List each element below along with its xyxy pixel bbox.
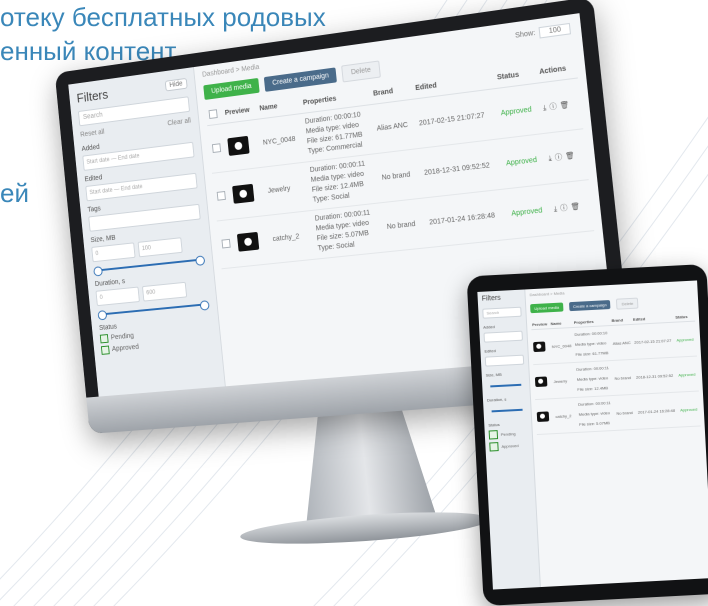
status-badge: Approved xyxy=(500,133,549,189)
download-icon[interactable]: ⤓ xyxy=(553,206,557,214)
media-name[interactable]: catchy_2 xyxy=(267,210,316,264)
status-badge: Approved xyxy=(505,184,554,240)
status-badge: Approved xyxy=(678,391,701,428)
download-icon[interactable]: ⤓ xyxy=(543,104,547,112)
select-all-checkbox[interactable] xyxy=(208,109,218,120)
filters-title: Filters xyxy=(76,86,109,106)
size-slider[interactable] xyxy=(93,255,206,277)
tablet-status-label: Status xyxy=(488,421,500,428)
tablet-edited-input[interactable] xyxy=(484,354,525,367)
media-name[interactable]: Jewelry xyxy=(262,162,312,216)
trash-icon[interactable]: 🗑 xyxy=(565,152,575,160)
video-thumbnail[interactable] xyxy=(536,411,550,423)
size-min-input[interactable]: 0 xyxy=(91,242,136,263)
reset-all-link[interactable]: Reset all xyxy=(80,129,105,139)
tablet-added-label: Added xyxy=(483,324,495,330)
info-icon[interactable]: ⓘ xyxy=(549,103,557,111)
table-row[interactable]: catchy_2 Duration: 00:00:11 Media type: v… xyxy=(535,391,701,435)
tablet-toolbar: Upload media Create a campaign Delete xyxy=(530,295,694,315)
media-name[interactable]: NYC_0048 xyxy=(257,113,307,168)
duration-slider[interactable] xyxy=(97,300,210,321)
create-campaign-button[interactable]: Create a campaign xyxy=(264,67,338,92)
hide-filters-button[interactable]: Hide xyxy=(164,77,188,92)
media-brand: No brand xyxy=(614,394,638,431)
media-brand: No brand xyxy=(376,148,424,203)
row-checkbox[interactable] xyxy=(216,190,226,201)
row-checkbox[interactable] xyxy=(211,142,222,153)
tablet-status-pending[interactable]: Pending xyxy=(488,429,528,440)
headline-line-3: ей xyxy=(0,178,29,208)
trash-icon[interactable]: 🗑 xyxy=(570,203,580,211)
tablet-main: Dashboard > Media Upload media Create a … xyxy=(525,280,708,587)
download-icon[interactable]: ⤓ xyxy=(548,155,552,163)
prop-file-size: File size: 5.07MB xyxy=(579,420,610,427)
media-brand: Alias ANC xyxy=(610,324,635,361)
delete-button[interactable]: Delete xyxy=(341,60,381,83)
tablet-duration-slider[interactable] xyxy=(491,408,523,413)
media-edited: 2018-12-31 09:52:52 xyxy=(634,357,679,395)
media-name[interactable]: Jewelry xyxy=(551,362,577,399)
tablet-status-approved[interactable]: Approved xyxy=(489,441,528,452)
tablet-size-slider[interactable] xyxy=(490,383,522,388)
tablet-added-input[interactable] xyxy=(483,330,523,343)
status-badge: Approved xyxy=(674,321,698,358)
tablet-media-table: Preview Name Properties Brand Edited Sta… xyxy=(530,311,701,435)
row-checkbox[interactable] xyxy=(221,238,231,249)
video-thumbnail[interactable] xyxy=(236,231,260,252)
clear-all-link[interactable]: Clear all xyxy=(167,118,191,128)
video-thumbnail[interactable] xyxy=(533,341,546,353)
video-thumbnail[interactable] xyxy=(232,183,255,204)
info-icon[interactable]: ⓘ xyxy=(560,205,568,213)
tablet-screen: Filters Search Added Edited Size, MB Dur… xyxy=(477,280,708,590)
duration-max-input[interactable]: 600 xyxy=(141,281,188,302)
tablet-duration-label: Duration, s xyxy=(486,396,507,403)
video-thumbnail[interactable] xyxy=(227,135,250,156)
media-name[interactable]: catchy_2 xyxy=(553,397,579,434)
media-name[interactable]: NYC_0048 xyxy=(549,327,575,364)
tablet-create-button[interactable]: Create a campaign xyxy=(568,300,611,312)
media-edited: 2018-12-31 09:52:52 xyxy=(418,138,506,198)
size-max-input[interactable]: 100 xyxy=(137,237,183,258)
prop-file-size: File size: 12.4MB xyxy=(577,385,609,392)
media-edited: 2017-02-15 21:07:27 xyxy=(632,322,677,360)
status-badge: Approved xyxy=(676,356,699,393)
upload-media-button[interactable]: Upload media xyxy=(203,77,260,100)
tablet-edited-label: Edited xyxy=(484,348,496,354)
tablet-upload-button[interactable]: Upload media xyxy=(530,302,564,314)
tablet-filters-title: Filters xyxy=(481,294,501,303)
tablet-size-label: Size, MB xyxy=(485,371,502,378)
prop-file-size: File size: 61.77MB xyxy=(575,350,609,357)
info-icon[interactable]: ⓘ xyxy=(554,154,562,162)
media-edited: 2017-01-24 16:28:48 xyxy=(423,188,511,248)
status-badge: Approved xyxy=(495,83,543,139)
trash-icon[interactable]: 🗑 xyxy=(560,102,570,110)
video-thumbnail[interactable] xyxy=(534,376,548,388)
headline-line-1: отеку бесплатных родовых xyxy=(0,2,326,32)
tablet-search-input[interactable]: Search xyxy=(482,306,522,319)
duration-min-input[interactable]: 0 xyxy=(95,286,140,307)
media-edited: 2017-01-24 16:28:48 xyxy=(635,392,681,430)
media-brand: Alias ANC xyxy=(371,99,419,154)
tablet-delete-button[interactable]: Delete xyxy=(616,297,639,310)
media-brand: No brand xyxy=(612,359,636,396)
tablet-device: Filters Search Added Edited Size, MB Dur… xyxy=(466,263,708,606)
media-brand: No brand xyxy=(381,197,429,252)
